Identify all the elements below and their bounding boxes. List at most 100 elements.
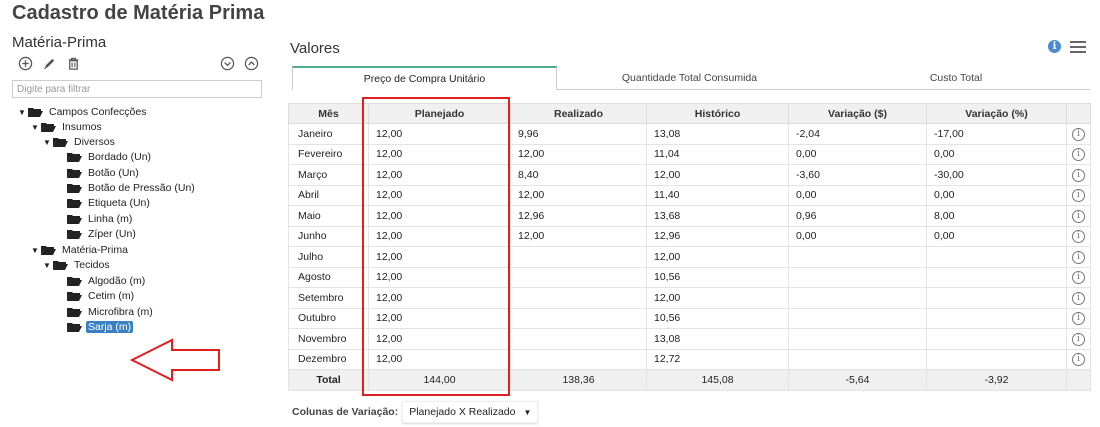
tree-node-tecidos[interactable]: ▼ Tecidos bbox=[43, 258, 112, 272]
cell-planejado: 12,00 bbox=[368, 225, 511, 247]
cell-planejado: 12,00 bbox=[368, 143, 511, 165]
tree-node-label: Botão de Pressão (Un) bbox=[88, 182, 195, 194]
table-row[interactable]: Maio 12,00 12,96 13,68 0,96 8,00 i bbox=[288, 205, 1091, 227]
cell-realizado: 9,96 bbox=[510, 123, 647, 145]
info-circle-icon[interactable]: i bbox=[1072, 148, 1085, 162]
info-circle-icon[interactable]: i bbox=[1072, 230, 1085, 244]
tree-node-microfibra[interactable]: Microfibra (m) bbox=[67, 305, 155, 319]
table-row[interactable]: Dezembro 12,00 12,72 i bbox=[288, 348, 1091, 370]
tree-node-etiqueta[interactable]: Etiqueta (Un) bbox=[67, 196, 152, 210]
tree-node-insumos[interactable]: ▼ Insumos bbox=[31, 120, 104, 134]
column-header-realizado[interactable]: Realizado bbox=[510, 103, 647, 124]
info-circle-icon[interactable]: i bbox=[1072, 250, 1085, 264]
cell-var-pct: 0,00 bbox=[926, 225, 1067, 247]
cell-month: Abril bbox=[288, 184, 369, 206]
column-header-planejado[interactable]: Planejado bbox=[368, 103, 511, 124]
table-row[interactable]: Janeiro 12,00 9,96 13,08 -2,04 -17,00 i bbox=[288, 123, 1091, 145]
cell-month: Junho bbox=[288, 225, 369, 247]
info-icon[interactable]: i bbox=[1048, 40, 1061, 53]
tab-preco-compra-unitario[interactable]: Preço de Compra Unitário bbox=[292, 66, 557, 90]
cell-month: Outubro bbox=[288, 307, 369, 329]
table-row[interactable]: Agosto 12,00 10,56 i bbox=[288, 266, 1091, 288]
filter-input[interactable] bbox=[12, 80, 262, 98]
column-header-historico[interactable]: Histórico bbox=[646, 103, 789, 124]
table-row[interactable]: Fevereiro 12,00 12,00 11,04 0,00 0,00 i bbox=[288, 143, 1091, 165]
folder-open-icon bbox=[67, 169, 82, 178]
chevron-down-circle-icon[interactable] bbox=[218, 54, 236, 72]
tree-node-algodao[interactable]: Algodão (m) bbox=[67, 274, 147, 288]
cell-realizado: 12,00 bbox=[510, 225, 647, 247]
tree-node-diversos[interactable]: ▼ Diversos bbox=[43, 135, 117, 149]
info-circle-icon[interactable]: i bbox=[1072, 312, 1085, 326]
cell-historico: 13,08 bbox=[646, 123, 789, 145]
tree-node-linha[interactable]: Linha (m) bbox=[67, 212, 134, 226]
info-circle-icon[interactable]: i bbox=[1072, 168, 1085, 182]
info-circle-icon[interactable]: i bbox=[1072, 332, 1085, 346]
tree-node-label: Linha (m) bbox=[88, 213, 133, 225]
cell-month: Novembro bbox=[288, 328, 369, 350]
cell-var-pct bbox=[926, 246, 1067, 268]
tab-quantidade-total-consumida[interactable]: Quantidade Total Consumida bbox=[557, 66, 822, 90]
info-circle-icon[interactable]: i bbox=[1072, 291, 1085, 305]
total-label: Total bbox=[288, 369, 369, 391]
tree-node-bordado[interactable]: Bordado (Un) bbox=[67, 150, 153, 164]
tree-node-label: Botão (Un) bbox=[88, 167, 139, 179]
table-row[interactable]: Setembro 12,00 12,00 i bbox=[288, 287, 1091, 309]
cell-planejado: 12,00 bbox=[368, 164, 511, 186]
table-row[interactable]: Junho 12,00 12,00 12,96 0,00 0,00 i bbox=[288, 225, 1091, 247]
pencil-icon[interactable] bbox=[40, 54, 58, 72]
table-row[interactable]: Novembro 12,00 13,08 i bbox=[288, 328, 1091, 350]
folder-open-icon bbox=[41, 246, 56, 255]
cell-month: Maio bbox=[288, 205, 369, 227]
variation-select[interactable]: Planejado X Realizado ▼ bbox=[402, 401, 539, 423]
caret-down-icon[interactable]: ▼ bbox=[43, 138, 53, 147]
cell-var-pct: -30,00 bbox=[926, 164, 1067, 186]
caret-down-icon[interactable]: ▼ bbox=[31, 123, 41, 132]
variation-selected-value: Planejado X Realizado bbox=[409, 406, 516, 418]
column-header-mes[interactable]: Mês bbox=[288, 103, 369, 124]
tree-node-botao-de-pressao[interactable]: Botão de Pressão (Un) bbox=[67, 181, 197, 195]
trash-icon[interactable] bbox=[64, 54, 82, 72]
folder-open-icon bbox=[67, 184, 82, 193]
tree-node-ziper[interactable]: Zíper (Un) bbox=[67, 227, 138, 241]
cell-realizado: 12,00 bbox=[510, 184, 647, 206]
caret-down-icon[interactable]: ▼ bbox=[18, 108, 28, 117]
cell-planejado: 12,00 bbox=[368, 246, 511, 268]
tab-custo-total[interactable]: Custo Total bbox=[822, 66, 1090, 90]
folder-open-icon bbox=[67, 230, 82, 239]
cell-var-abs bbox=[788, 266, 927, 288]
info-circle-icon[interactable]: i bbox=[1072, 353, 1085, 367]
table-row[interactable]: Abril 12,00 12,00 11,40 0,00 0,00 i bbox=[288, 184, 1091, 206]
table-row[interactable]: Outubro 12,00 10,56 i bbox=[288, 307, 1091, 329]
table-row[interactable]: Julho 12,00 12,00 i bbox=[288, 246, 1091, 268]
cell-var-pct bbox=[926, 287, 1067, 309]
total-historico: 145,08 bbox=[646, 369, 789, 391]
hamburger-menu-icon[interactable] bbox=[1070, 41, 1086, 54]
folder-open-icon bbox=[67, 323, 82, 332]
tree-node-materia-prima[interactable]: ▼ Matéria-Prima bbox=[31, 243, 130, 257]
add-circle-icon[interactable] bbox=[16, 54, 34, 72]
total-realizado: 138,36 bbox=[510, 369, 647, 391]
info-circle-icon[interactable]: i bbox=[1072, 127, 1085, 141]
chevron-up-circle-icon[interactable] bbox=[242, 54, 260, 72]
column-header-variacao-pct[interactable]: Variação (%) bbox=[926, 103, 1067, 124]
row-info-cell: i bbox=[1066, 164, 1091, 186]
info-circle-icon[interactable]: i bbox=[1072, 271, 1085, 285]
caret-down-icon[interactable]: ▼ bbox=[43, 261, 53, 270]
tree-node-campos-confeccoes[interactable]: ▼ Campos Confecções bbox=[18, 105, 148, 119]
info-circle-icon[interactable]: i bbox=[1072, 189, 1085, 203]
cell-month: Dezembro bbox=[288, 348, 369, 370]
row-info-cell: i bbox=[1066, 307, 1091, 329]
folder-open-icon bbox=[67, 199, 82, 208]
cell-var-abs: 0,00 bbox=[788, 225, 927, 247]
cell-month: Setembro bbox=[288, 287, 369, 309]
info-circle-icon[interactable]: i bbox=[1072, 209, 1085, 223]
tree-node-sarja[interactable]: Sarja (m) bbox=[67, 320, 134, 334]
tree-node-botao[interactable]: Botão (Un) bbox=[67, 166, 141, 180]
column-header-actions bbox=[1066, 103, 1091, 124]
tree-node-cetim[interactable]: Cetim (m) bbox=[67, 289, 136, 303]
table-row[interactable]: Março 12,00 8,40 12,00 -3,60 -30,00 i bbox=[288, 164, 1091, 186]
caret-down-icon[interactable]: ▼ bbox=[31, 246, 41, 255]
row-info-cell: i bbox=[1066, 205, 1091, 227]
column-header-variacao-abs[interactable]: Variação ($) bbox=[788, 103, 927, 124]
